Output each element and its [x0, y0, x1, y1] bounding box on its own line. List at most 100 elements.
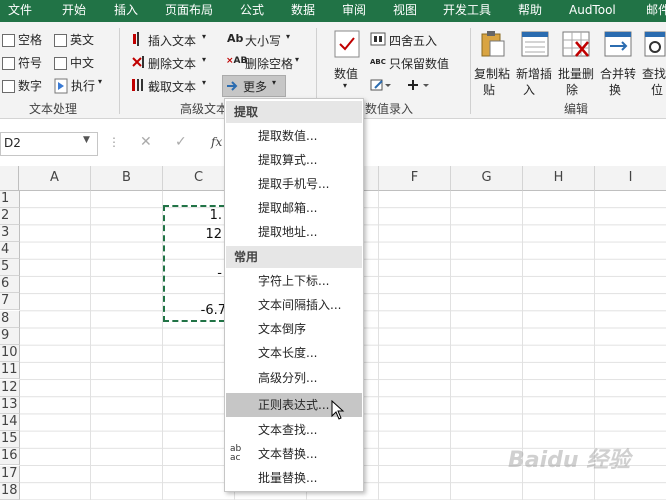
row-header[interactable]: 2	[0, 208, 20, 225]
row-header[interactable]: 6	[0, 276, 20, 293]
tab-insert[interactable]: 插入	[114, 0, 138, 22]
cell-c7[interactable]: -6.7	[166, 303, 226, 318]
tab-help[interactable]: 帮助	[518, 0, 542, 22]
row-header[interactable]: 5	[0, 259, 20, 276]
cell-c2[interactable]: 1.	[166, 208, 222, 223]
insert-new-button[interactable]: 新增插	[516, 65, 552, 82]
group-label-advanced-text: 高级文本	[180, 102, 229, 116]
row-header[interactable]: 8	[0, 311, 20, 328]
function-icon[interactable]: fx	[211, 135, 222, 149]
execute-button[interactable]: 执行	[71, 77, 95, 94]
more-dropdown-menu: 提取 提取数值... 提取算式... 提取手机号... 提取邮箱... 提取地址…	[224, 98, 364, 492]
execute-icon[interactable]	[54, 78, 68, 97]
round-button[interactable]: 四舍五入	[389, 32, 437, 49]
merge-convert-button[interactable]: 合并转	[600, 65, 636, 82]
row-header[interactable]: 1	[0, 191, 20, 208]
checkbox-chinese[interactable]	[54, 57, 67, 70]
chevron-down-icon: ▾	[343, 81, 348, 90]
menu-item-extract-address[interactable]: 提取地址...	[226, 220, 362, 244]
menu-item-extract-number[interactable]: 提取数值...	[226, 124, 362, 148]
tab-home[interactable]: 开始	[62, 0, 86, 22]
chevron-down-icon[interactable]: ▼	[83, 135, 90, 145]
keep-value-button[interactable]: 只保留数值	[389, 55, 449, 72]
cancel-icon[interactable]: ✕	[140, 134, 152, 150]
chevron-down-icon: ▾	[202, 78, 207, 87]
menu-item-superscript[interactable]: 字符上下标...	[226, 269, 362, 293]
row-header[interactable]: 9	[0, 328, 20, 345]
column-header-i[interactable]: I	[595, 166, 666, 191]
checkbox-english[interactable]	[54, 34, 67, 47]
column-header-f[interactable]: F	[379, 166, 451, 191]
checkbox-chinese-label: 中文	[70, 56, 95, 70]
value-icon	[334, 30, 360, 61]
confirm-icon[interactable]: ✓	[175, 134, 187, 150]
menu-item-text-length[interactable]: 文本长度...	[226, 341, 362, 365]
copy-paste-button[interactable]: 复制粘	[474, 65, 510, 82]
row-header[interactable]: 18	[0, 483, 20, 500]
column-header-b[interactable]: B	[91, 166, 163, 191]
insert-new-button-line2: 入	[523, 83, 536, 97]
checkbox-space[interactable]	[2, 34, 15, 47]
insert-text-button[interactable]: 插入文本	[148, 32, 196, 49]
row-header[interactable]: 15	[0, 431, 20, 448]
checkbox-symbol[interactable]	[2, 57, 15, 70]
delete-text-button[interactable]: 删除文本	[148, 55, 196, 72]
name-box[interactable]: D2 ▼	[0, 132, 98, 156]
batch-delete-icon	[562, 30, 590, 61]
case-button[interactable]: 大小写	[245, 32, 281, 49]
tab-audtool[interactable]: AudTool	[569, 0, 616, 22]
chevron-down-icon: ▾	[202, 32, 207, 41]
copy-paste-button-line2: 贴	[483, 83, 496, 97]
cell-c5[interactable]: -	[166, 266, 222, 281]
find-locate-button[interactable]: 查找	[642, 65, 666, 82]
menu-item-extract-email[interactable]: 提取邮箱...	[226, 196, 362, 220]
tab-page-layout[interactable]: 页面布局	[165, 0, 213, 22]
batch-delete-button-line2: 除	[566, 83, 579, 97]
column-header-a[interactable]: A	[19, 166, 91, 191]
plus-icon[interactable]	[408, 79, 430, 94]
row-header[interactable]: 14	[0, 414, 20, 431]
menu-item-interval-insert[interactable]: 文本间隔插入...	[226, 293, 362, 317]
row-header[interactable]: 3	[0, 225, 20, 242]
row-header[interactable]: 10	[0, 345, 20, 362]
tab-file[interactable]: 文件	[8, 0, 32, 22]
checkbox-space-label: 空格	[18, 33, 43, 47]
drag-handle-icon[interactable]: ⋮	[108, 135, 120, 149]
batch-delete-button[interactable]: 批量删	[558, 65, 594, 82]
chevron-down-icon: ▾	[295, 55, 300, 64]
row-header[interactable]: 17	[0, 466, 20, 483]
tab-data[interactable]: 数据	[291, 0, 315, 22]
row-header[interactable]: 12	[0, 380, 20, 397]
tab-mail[interactable]: 邮件	[646, 0, 666, 22]
cell-c3[interactable]: 12	[166, 227, 222, 242]
checkbox-number[interactable]	[2, 80, 15, 93]
checkbox-english-label: 英文	[70, 33, 95, 47]
tab-review[interactable]: 审阅	[342, 0, 366, 22]
column-header-h[interactable]: H	[523, 166, 595, 191]
replace-icon: ab ac	[230, 444, 242, 463]
row-header[interactable]: 16	[0, 448, 20, 465]
extract-text-button[interactable]: 截取文本	[148, 78, 196, 95]
tab-formulas[interactable]: 公式	[240, 0, 264, 22]
select-all-corner[interactable]	[0, 166, 19, 191]
menu-item-advanced-split[interactable]: 高级分列...	[226, 366, 362, 390]
row-header[interactable]: 13	[0, 397, 20, 414]
delete-spaces-button[interactable]: 删除空格	[245, 55, 293, 72]
watermark: Baidu 经验	[508, 448, 631, 473]
menu-item-batch-replace[interactable]: 批量替换...	[226, 466, 362, 490]
chevron-down-icon: ▾	[98, 77, 103, 86]
tab-developer[interactable]: 开发工具	[443, 0, 491, 22]
menu-section-extract: 提取	[226, 101, 362, 123]
menu-item-extract-formula[interactable]: 提取算式...	[226, 148, 362, 172]
column-header-g[interactable]: G	[451, 166, 523, 191]
edit-icon[interactable]	[370, 78, 392, 95]
row-header[interactable]: 7	[0, 293, 20, 310]
row-header[interactable]: 4	[0, 242, 20, 259]
group-label-text-processing: 文本处理	[29, 102, 78, 116]
menu-item-reverse-text[interactable]: 文本倒序	[226, 317, 362, 341]
menu-item-extract-phone[interactable]: 提取手机号...	[226, 172, 362, 196]
row-header[interactable]: 11	[0, 362, 20, 379]
checkbox-number-label: 数字	[18, 79, 43, 93]
value-button[interactable]: 数值	[334, 65, 358, 82]
tab-view[interactable]: 视图	[393, 0, 417, 22]
